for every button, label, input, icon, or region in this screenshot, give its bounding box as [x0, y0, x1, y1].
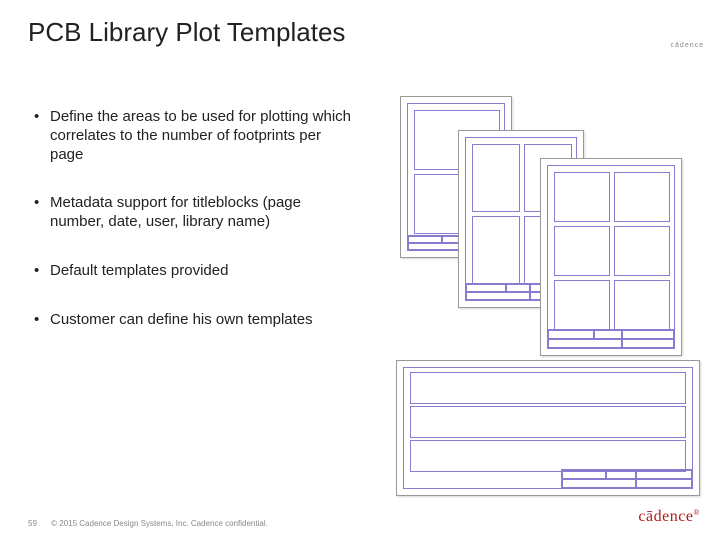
bullet-item: Metadata support for titleblocks (page n… [34, 194, 354, 232]
page-number: 59 [28, 519, 37, 528]
slide-title: PCB Library Plot Templates [28, 18, 345, 47]
template-preview-landscape [396, 360, 700, 496]
bullet-item: Define the areas to be used for plotting… [34, 108, 354, 164]
bullet-list: Define the areas to be used for plotting… [34, 108, 354, 359]
copyright-text: © 2015 Cadence Design Systems, Inc. Cade… [51, 519, 268, 528]
brand-logo-bottom: cādence® [638, 508, 700, 526]
brand-mark-top: cādence [671, 42, 704, 49]
slide: PCB Library Plot Templates cādence Defin… [0, 0, 720, 540]
bullet-item: Default templates provided [34, 262, 354, 281]
footer: 59 © 2015 Cadence Design Systems, Inc. C… [28, 519, 268, 528]
bullet-item: Customer can define his own templates [34, 311, 354, 330]
template-preview-portrait-3 [540, 158, 682, 356]
